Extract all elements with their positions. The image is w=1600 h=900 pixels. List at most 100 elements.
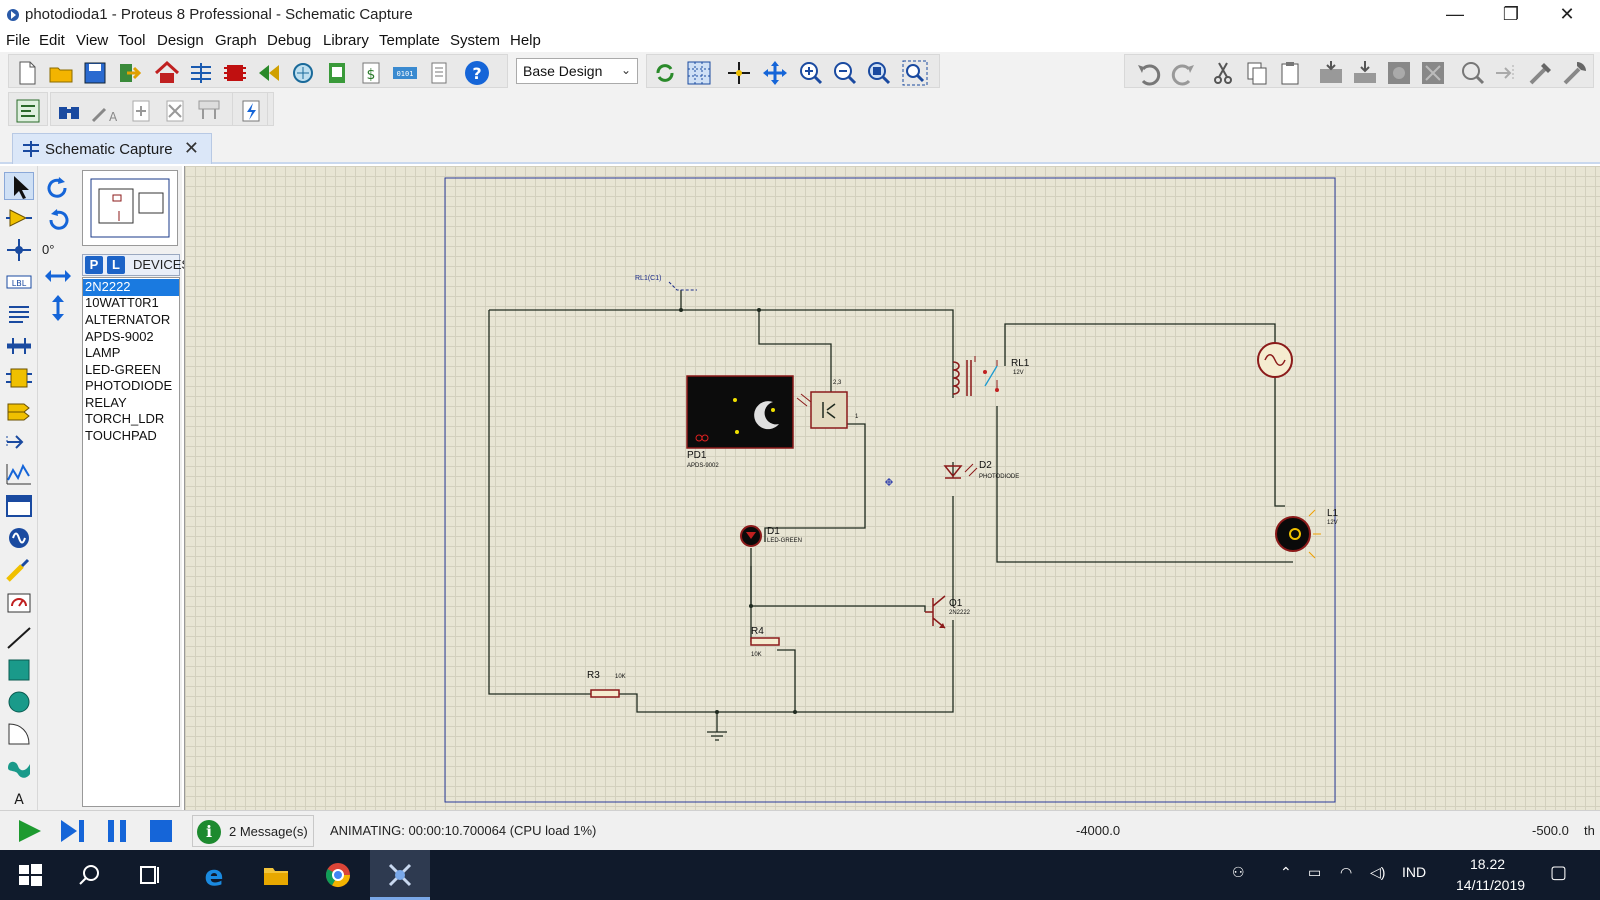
clock-time[interactable]: 18.22 <box>1470 856 1505 872</box>
menu-help[interactable]: Help <box>510 32 541 49</box>
menu-design[interactable]: Design <box>157 32 204 49</box>
wifi-icon[interactable]: ◠ <box>1340 864 1352 881</box>
subcircuit-icon[interactable] <box>4 364 34 392</box>
tape-recorder-icon[interactable] <box>4 492 34 520</box>
help-icon[interactable]: ? <box>463 59 491 87</box>
gerber-icon[interactable] <box>289 59 317 87</box>
rotate-clockwise-icon[interactable] <box>43 174 73 202</box>
origin-crosshair-icon[interactable] <box>725 59 753 87</box>
line-draw-icon[interactable] <box>4 624 34 652</box>
menu-file[interactable]: File <box>6 32 30 49</box>
block-rotate-icon[interactable] <box>1385 59 1413 87</box>
cost-dollar-icon[interactable]: $ <box>357 59 385 87</box>
r3-resistor[interactable]: R3 10K <box>587 670 626 698</box>
menu-debug[interactable]: Debug <box>267 32 311 49</box>
menu-library[interactable]: Library <box>323 32 369 49</box>
rotation-angle-field[interactable]: 0° <box>42 242 54 257</box>
pd1-sensor[interactable]: PD1 APDS-9002 2,3 1 <box>686 375 859 469</box>
selection-mode-icon[interactable] <box>4 172 34 200</box>
file-explorer-icon[interactable] <box>246 850 306 900</box>
remove-sheet-icon[interactable] <box>161 97 189 125</box>
zoom-all-icon[interactable] <box>865 59 893 87</box>
device-pins-icon[interactable] <box>4 428 34 456</box>
buses-icon[interactable] <box>4 332 34 360</box>
notification-center-icon[interactable]: ▢ <box>1550 862 1567 883</box>
restore-button[interactable]: ❐ <box>1488 0 1534 30</box>
block-delete-icon[interactable] <box>1419 59 1447 87</box>
undo-icon[interactable] <box>1135 59 1163 87</box>
tab-schematic-capture[interactable]: Schematic Capture ✕ <box>12 133 212 164</box>
redo-icon[interactable] <box>1169 59 1197 87</box>
device-item-led-green[interactable]: LED-GREEN <box>83 362 179 379</box>
copy-icon[interactable] <box>1243 59 1271 87</box>
search-icon[interactable] <box>60 850 120 900</box>
menu-tool[interactable]: Tool <box>118 32 146 49</box>
messages-panel[interactable]: i 2 Message(s) <box>192 815 314 847</box>
terminals-icon[interactable] <box>4 396 34 424</box>
voltage-probe-icon[interactable] <box>4 556 34 584</box>
menu-template[interactable]: Template <box>379 32 440 49</box>
rotate-anticlockwise-icon[interactable] <box>43 206 73 234</box>
make-device-icon[interactable] <box>1493 59 1521 87</box>
proteus-taskbar-icon[interactable] <box>370 850 430 900</box>
device-item-lamp[interactable]: LAMP <box>83 345 179 362</box>
battery-icon[interactable]: ▭ <box>1308 864 1321 881</box>
refresh-icon[interactable] <box>651 59 679 87</box>
arc-draw-icon[interactable] <box>4 720 34 748</box>
cut-icon[interactable] <box>1209 59 1237 87</box>
start-button[interactable] <box>0 850 60 900</box>
people-icon[interactable]: ⚇ <box>1232 864 1245 881</box>
device-item-torch-ldr[interactable]: TORCH_LDR <box>83 411 179 428</box>
pan-icon[interactable] <box>761 59 789 87</box>
junction-dot-icon[interactable] <box>4 236 34 264</box>
mirror-horizontal-icon[interactable] <box>43 262 73 290</box>
device-item-apds-9002[interactable]: APDS-9002 <box>83 329 179 346</box>
r4-resistor[interactable]: R4 10K <box>750 626 780 658</box>
device-item-touchpad[interactable]: TOUCHPAD <box>83 428 179 445</box>
open-folder-icon[interactable] <box>47 59 75 87</box>
import-icon[interactable] <box>115 59 143 87</box>
chevron-up-icon[interactable]: ⌃ <box>1280 864 1292 881</box>
schematic-icon[interactable] <box>187 59 215 87</box>
overview-window[interactable] <box>82 170 178 246</box>
ac-alternator[interactable] <box>1257 342 1293 378</box>
text-draw-icon[interactable]: A <box>4 784 34 808</box>
new-file-icon[interactable] <box>13 59 41 87</box>
library-manager-button[interactable]: L <box>107 256 125 274</box>
menu-view[interactable]: View <box>76 32 108 49</box>
zoom-area-icon[interactable] <box>901 59 929 87</box>
text-script-icon[interactable] <box>4 300 34 328</box>
pick-device-icon[interactable] <box>1459 59 1487 87</box>
clock-date[interactable]: 14/11/2019 <box>1456 877 1525 893</box>
electrical-rules-check-icon[interactable] <box>237 97 265 125</box>
graph-mode-icon[interactable] <box>4 460 34 488</box>
search-binoculars-icon[interactable] <box>55 97 83 125</box>
device-item-2n2222[interactable]: 2N2222 <box>83 279 179 296</box>
pick-devices-button[interactable]: P <box>85 256 103 274</box>
menu-system[interactable]: System <box>450 32 500 49</box>
block-copy-icon[interactable] <box>1317 59 1345 87</box>
close-window-button[interactable]: ✕ <box>1544 0 1590 30</box>
edge-browser-icon[interactable]: e <box>184 850 244 900</box>
menu-edit[interactable]: Edit <box>39 32 65 49</box>
circle-draw-icon[interactable] <box>4 688 34 716</box>
paste-icon[interactable] <box>1277 59 1305 87</box>
schematic-canvas[interactable]: RL1(C1) PD1 APDS-9002 2,3 1 RL1 12V D2 P… <box>184 166 1600 810</box>
generator-icon[interactable] <box>4 524 34 552</box>
virtual-instrument-icon[interactable] <box>4 588 34 616</box>
menu-graph[interactable]: Graph <box>215 32 257 49</box>
grid-toggle-icon[interactable] <box>685 59 713 87</box>
stop-simulation-icon[interactable] <box>146 817 176 845</box>
binary-code-icon[interactable]: 0101 <box>391 59 419 87</box>
chrome-browser-icon[interactable] <box>308 850 368 900</box>
q1-transistor[interactable]: Q1 2N2222 <box>925 595 971 629</box>
volume-icon[interactable]: ◁) <box>1370 864 1385 881</box>
mirror-vertical-icon[interactable] <box>43 294 73 322</box>
zoom-out-icon[interactable] <box>831 59 859 87</box>
minimize-button[interactable]: — <box>1432 0 1478 30</box>
language-indicator[interactable]: IND <box>1402 864 1426 880</box>
bom-icon[interactable] <box>323 59 351 87</box>
task-view-icon[interactable] <box>120 850 180 900</box>
device-list[interactable]: 2N2222 10WATT0R1 ALTERNATOR APDS-9002 LA… <box>82 277 180 807</box>
pause-simulation-icon[interactable] <box>102 817 132 845</box>
